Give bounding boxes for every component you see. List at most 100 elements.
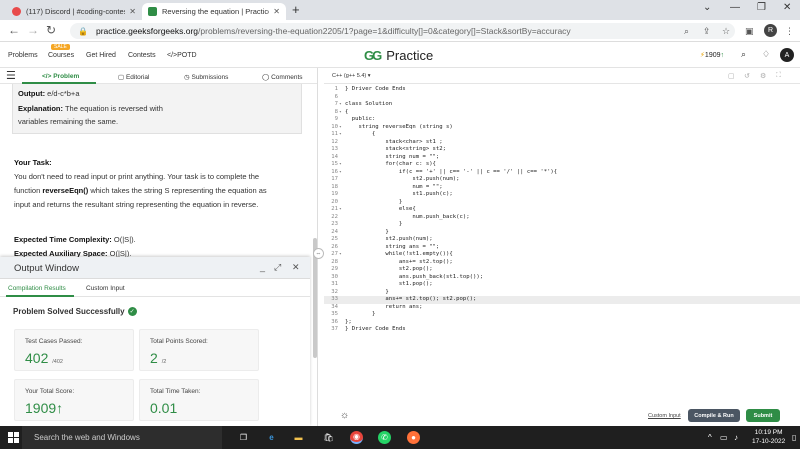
custom-input-link[interactable]: Custom Input: [648, 413, 681, 419]
nav-potd[interactable]: </>POTD: [167, 52, 197, 59]
nav-get-hired[interactable]: Get Hired: [86, 52, 116, 59]
browser-menu-icon[interactable]: ⋮: [785, 26, 794, 37]
code-line[interactable]: 13 stack<string> st2;: [324, 146, 800, 154]
code-line[interactable]: 33 ans+= st2.top(); st2.pop();: [324, 296, 800, 304]
fold-icon[interactable]: ▾: [339, 109, 342, 117]
new-tab-icon[interactable]: +: [292, 2, 300, 17]
code-line[interactable]: 24 }: [324, 229, 800, 237]
code-line[interactable]: 28 ans+= st2.top();: [324, 259, 800, 267]
copy-icon[interactable]: ▢: [728, 72, 735, 80]
code-line[interactable]: 11 ▾ {: [324, 131, 800, 139]
fold-icon[interactable]: ▾: [339, 206, 342, 214]
tab-comments[interactable]: ◯ Comments: [262, 73, 303, 81]
code-line[interactable]: 22 num.push_back(c);: [324, 214, 800, 222]
code-line[interactable]: 12 stack<char> st1 ;: [324, 139, 800, 147]
chrome-icon[interactable]: ◉: [350, 431, 363, 444]
code-line[interactable]: 21 ▾ else{: [324, 206, 800, 214]
sun-icon[interactable]: ☼: [340, 410, 349, 421]
restore-icon[interactable]: ❐: [757, 2, 766, 13]
code-line[interactable]: 25 st2.push(num);: [324, 236, 800, 244]
tab-compilation-results[interactable]: Compilation Results: [8, 285, 66, 292]
task-view-icon[interactable]: ❐: [237, 431, 250, 444]
code-line[interactable]: 29 st2.pop();: [324, 266, 800, 274]
code-line[interactable]: 18 num = "";: [324, 184, 800, 192]
tab-custom-input[interactable]: Custom Input: [86, 285, 125, 292]
tab-search-icon[interactable]: ⌄: [703, 2, 711, 13]
user-avatar[interactable]: A: [780, 48, 794, 62]
fold-icon[interactable]: ▾: [339, 124, 342, 132]
minimize-icon[interactable]: —: [730, 2, 740, 13]
code-line[interactable]: 23 }: [324, 221, 800, 229]
gfg-logo[interactable]: GG Practice: [364, 48, 433, 63]
taskbar-clock[interactable]: 10:19 PM 17-10-2022: [752, 428, 785, 446]
code-line[interactable]: 10 ▾ string reverseEqn (string s): [324, 124, 800, 132]
fold-icon[interactable]: ▾: [339, 101, 342, 109]
minimize-icon[interactable]: _: [260, 262, 265, 272]
windows-start-icon[interactable]: [8, 432, 19, 443]
notifications-icon[interactable]: ▯: [792, 433, 796, 442]
store-icon[interactable]: 🛍: [322, 431, 335, 444]
submit-button[interactable]: Submit: [746, 409, 780, 422]
fold-icon[interactable]: ▾: [339, 169, 342, 177]
tray-chevron-icon[interactable]: ^: [708, 433, 712, 442]
close-icon[interactable]: ✕: [129, 7, 136, 16]
taskbar-search-input[interactable]: Search the web and Windows: [22, 426, 222, 449]
code-line[interactable]: 32 }: [324, 289, 800, 297]
zoom-icon[interactable]: ⌕: [684, 26, 689, 37]
code-line[interactable]: 17 st2.push(num);: [324, 176, 800, 184]
forward-icon[interactable]: →: [27, 23, 39, 37]
tab-submissions[interactable]: ◷ Submissions: [184, 73, 228, 81]
code-line[interactable]: 15 ▾ for(char c: s){: [324, 161, 800, 169]
edge-icon[interactable]: e: [265, 431, 278, 444]
nav-problems[interactable]: Problems: [8, 52, 38, 59]
code-line[interactable]: 30 ans.push_back(st1.top());: [324, 274, 800, 282]
sidebar-icon[interactable]: ▣: [745, 26, 754, 37]
nav-courses[interactable]: Courses: [48, 52, 74, 59]
tab-problem[interactable]: </> Problem: [42, 73, 79, 80]
network-icon[interactable]: ▭: [720, 433, 728, 442]
tab-editorial[interactable]: ▢ Editorial: [118, 73, 149, 81]
share-icon[interactable]: ⇪: [703, 26, 711, 37]
window-close-icon[interactable]: ✕: [783, 2, 791, 13]
search-icon[interactable]: ⌕: [741, 49, 746, 60]
code-line[interactable]: 20 }: [324, 199, 800, 207]
menu-icon[interactable]: ☰: [6, 69, 16, 82]
fold-icon[interactable]: ▾: [339, 251, 342, 259]
tab-discord[interactable]: (117) Discord | #coding-contests ✕: [6, 3, 142, 20]
code-line[interactable]: 16 ▾ if(c == '+' || c== '-' || c == '/' |…: [324, 169, 800, 177]
close-icon[interactable]: ✕: [292, 262, 300, 273]
volume-icon[interactable]: ♪: [734, 433, 738, 442]
code-line[interactable]: 31 st1.pop();: [324, 281, 800, 289]
fold-icon[interactable]: ▾: [339, 161, 342, 169]
expand-icon[interactable]: ⤢: [274, 262, 281, 273]
fullscreen-icon[interactable]: ⛶: [776, 72, 781, 80]
code-line[interactable]: 34 return ans;: [324, 304, 800, 312]
nav-contests[interactable]: Contests: [128, 52, 156, 59]
code-line[interactable]: 1} Driver Code Ends: [324, 86, 800, 94]
back-icon[interactable]: ←: [8, 23, 20, 37]
profile-avatar[interactable]: R: [764, 24, 777, 37]
fold-icon[interactable]: ▾: [339, 131, 342, 139]
whatsapp-icon[interactable]: ✆: [378, 431, 391, 444]
reset-icon[interactable]: ↺: [744, 72, 750, 80]
close-icon[interactable]: ✕: [273, 7, 280, 16]
star-icon[interactable]: ☆: [722, 26, 730, 37]
code-line[interactable]: 35 }: [324, 311, 800, 319]
firefox-icon[interactable]: ●: [407, 431, 420, 444]
file-explorer-icon[interactable]: ▬: [292, 431, 305, 444]
language-select[interactable]: C++ (g++ 5.4) ▾: [332, 73, 371, 79]
code-line[interactable]: 8 ▾{: [324, 109, 800, 117]
code-line[interactable]: 9 public:: [324, 116, 800, 124]
code-line[interactable]: 14 string num = "";: [324, 154, 800, 162]
code-line[interactable]: 26 string ans = "";: [324, 244, 800, 252]
url-input[interactable]: 🔒 practice.geeksforgeeks.org/problems/re…: [70, 23, 735, 39]
reload-icon[interactable]: ↻: [46, 23, 56, 37]
code-line[interactable]: 36};: [324, 319, 800, 327]
code-line[interactable]: 6: [324, 94, 800, 102]
code-line[interactable]: 27 ▾ while(!st1.empty()){: [324, 251, 800, 259]
code-line[interactable]: 37} Driver Code Ends: [324, 326, 800, 334]
tab-reversing-equation[interactable]: Reversing the equation | Practice ✕: [142, 3, 286, 20]
compile-run-button[interactable]: Compile & Run: [688, 409, 740, 422]
code-area[interactable]: 1} Driver Code Ends 6 7 ▾ class Solution 8 ▾{9…: [324, 86, 800, 334]
bell-icon[interactable]: ♢: [762, 49, 770, 60]
